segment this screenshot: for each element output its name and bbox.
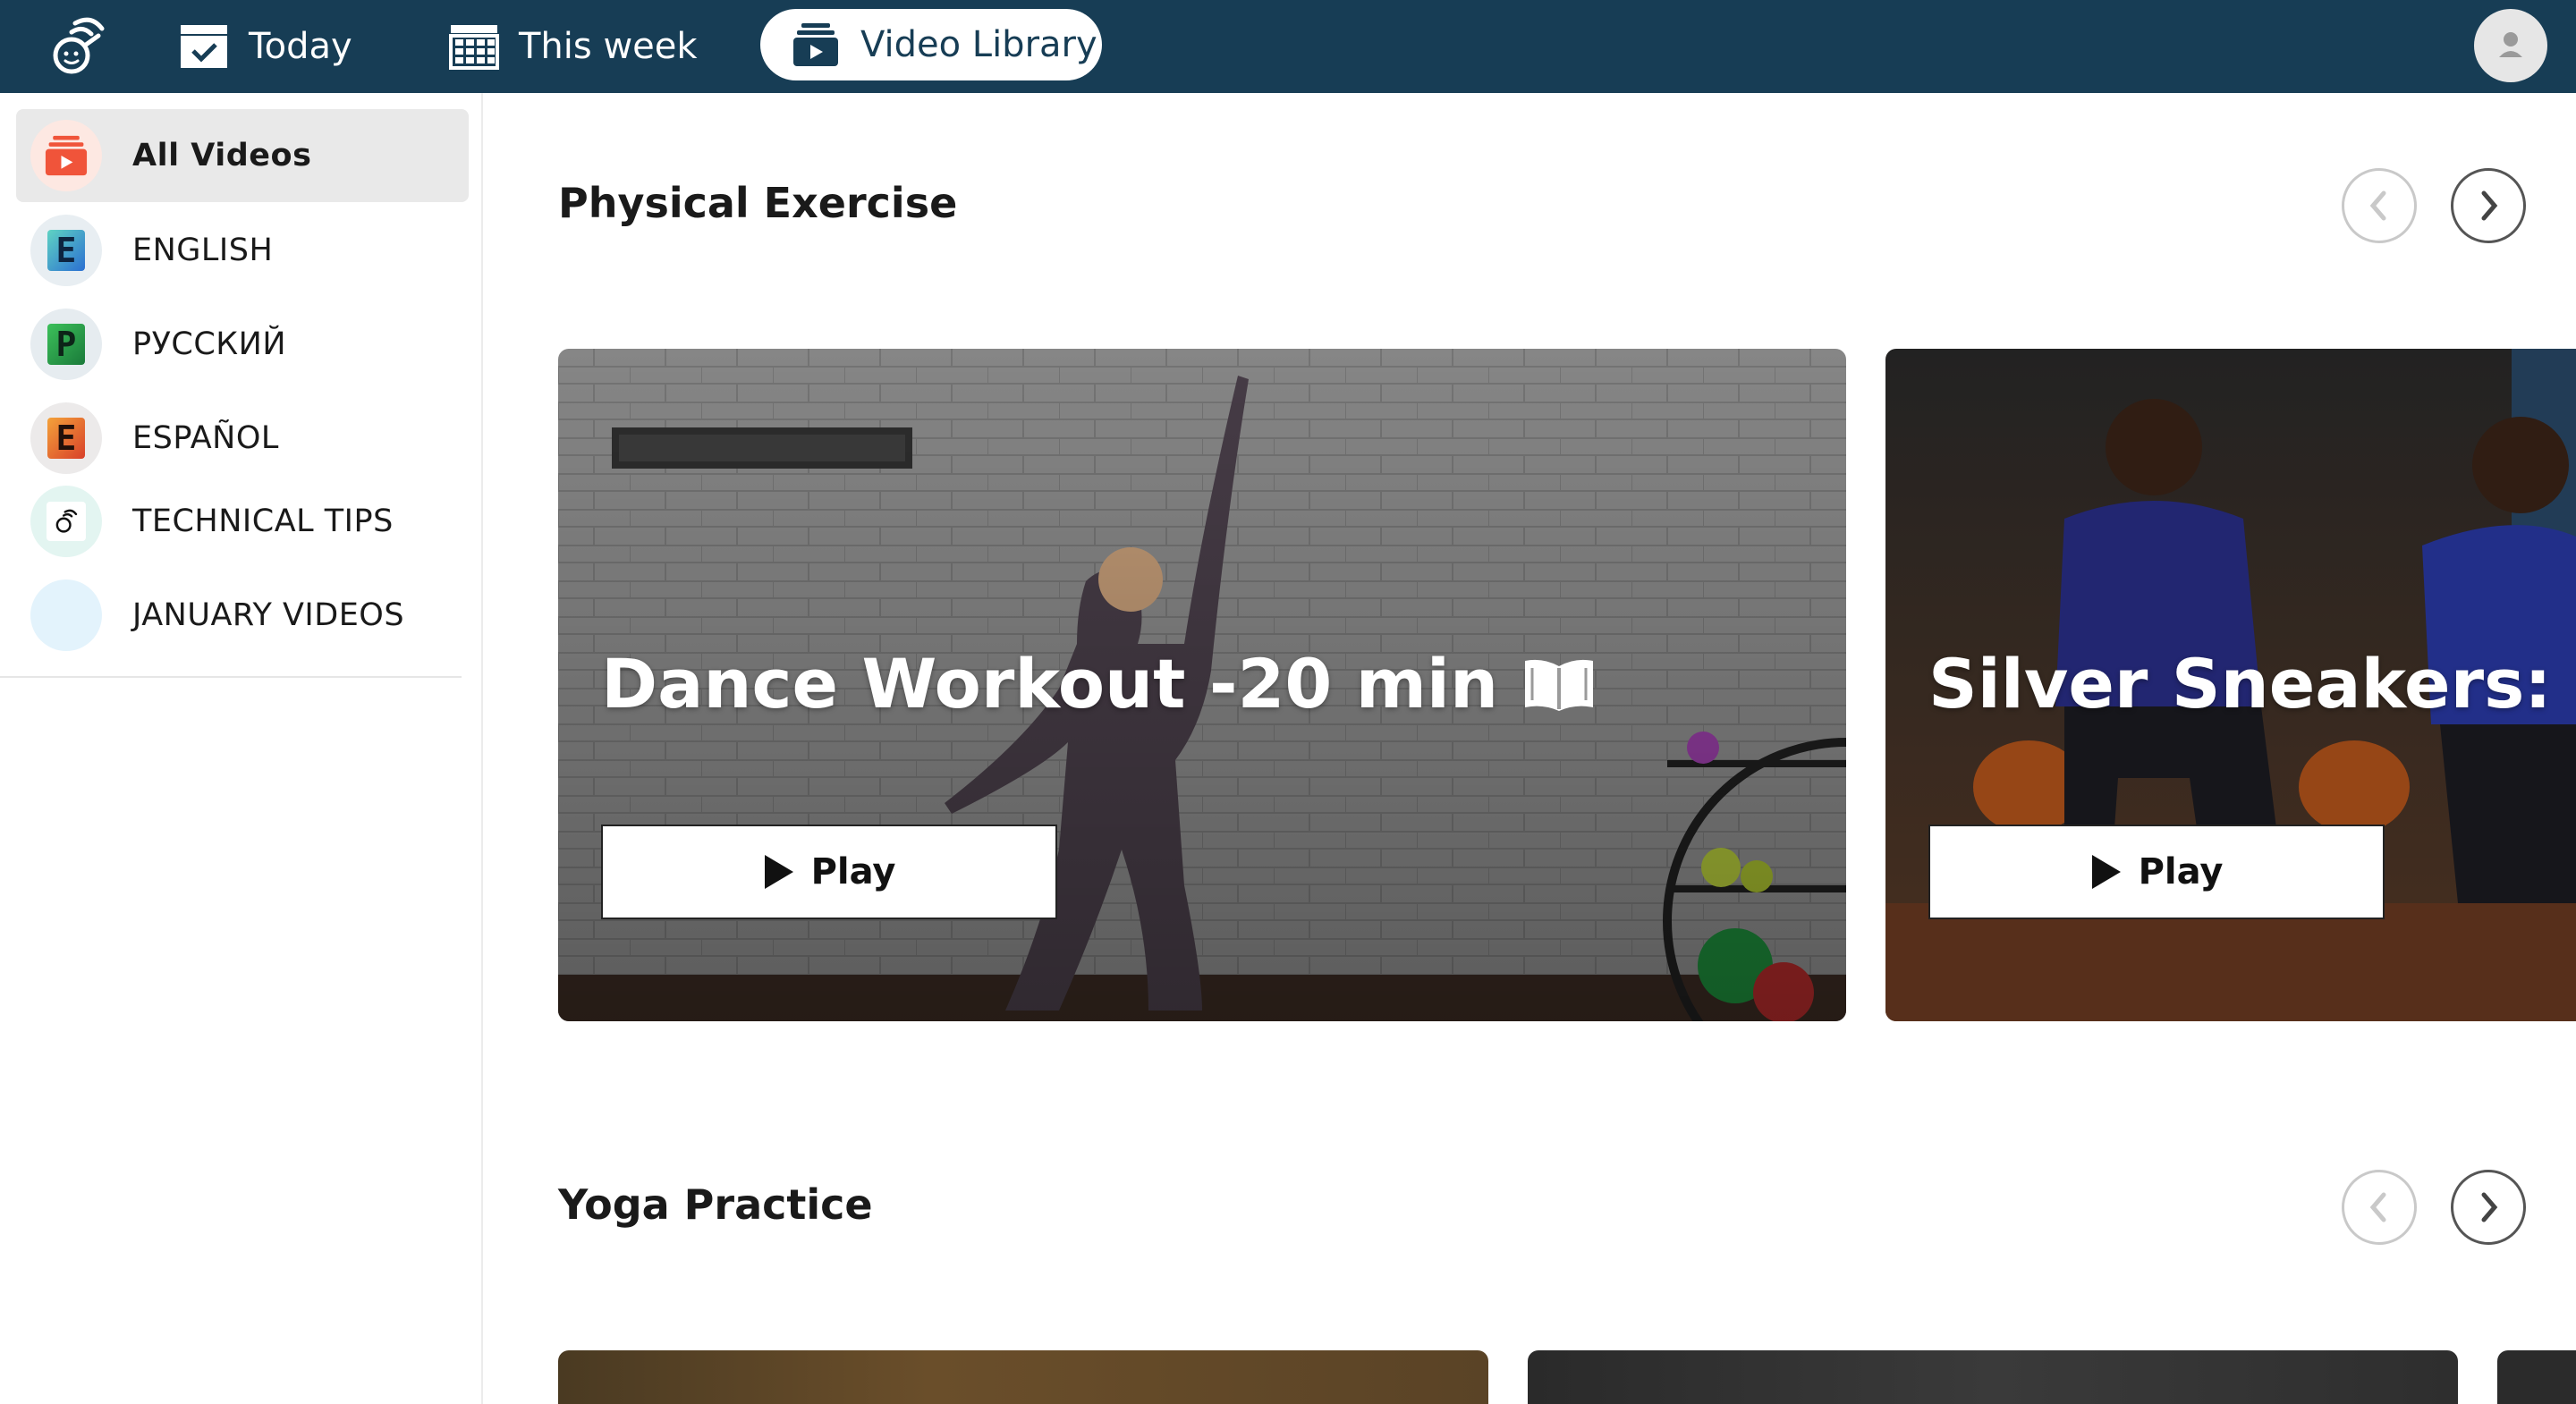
nav-today-label: Today [249, 26, 352, 67]
sidebar-item-label: ENGLISH [132, 233, 274, 268]
play-icon [2091, 855, 2121, 889]
video-library-icon [793, 23, 838, 66]
blank-circle-icon [30, 579, 102, 651]
sidebar-item-russian[interactable]: P РУССКИЙ [16, 298, 469, 391]
calendar-check-icon [181, 25, 227, 68]
section-title-yoga-practice: Yoga Practice [558, 1180, 873, 1229]
sidebar-item-technical-tips[interactable]: TECHNICAL TIPS [16, 475, 469, 568]
nav-video-library-label: Video Library [860, 24, 1097, 65]
chevron-left-icon [2369, 190, 2386, 221]
section-title-physical-exercise: Physical Exercise [558, 179, 958, 227]
video-card[interactable]: Dance Workout -20 min Play [558, 349, 1846, 1021]
sidebar-item-january-videos[interactable]: JANUARY VIDEOS [16, 569, 469, 662]
nav-this-week[interactable]: This week [449, 13, 698, 80]
video-library-icon [30, 120, 102, 191]
video-card[interactable] [1528, 1350, 2458, 1404]
top-nav-bar: Today This week Video Library [0, 0, 2576, 93]
carousel-next-button[interactable] [2451, 1170, 2526, 1245]
letter-e-icon: E [30, 402, 102, 474]
app-logo-icon[interactable] [45, 14, 111, 79]
sidebar-item-label: РУССКИЙ [132, 326, 287, 362]
person-icon [2499, 32, 2522, 57]
logo-icon [30, 486, 102, 557]
sidebar-item-label: All Videos [132, 138, 312, 173]
card-title: Dance Workout -20 min [601, 644, 1499, 723]
play-button[interactable]: Play [601, 825, 1057, 919]
user-avatar[interactable] [2474, 9, 2547, 82]
sidebar: All Videos E ENGLISH P РУССКИЙ E ESPAÑOL [0, 93, 483, 1404]
play-button-label: Play [810, 851, 896, 892]
play-button-label: Play [2138, 851, 2224, 892]
video-card[interactable] [558, 1350, 1488, 1404]
sidebar-item-spanish[interactable]: E ESPAÑOL [16, 392, 469, 485]
video-card[interactable]: Silver Sneakers: M Play [1885, 349, 2576, 1021]
chevron-right-icon [2481, 1192, 2498, 1222]
calendar-grid-icon [449, 25, 499, 70]
chevron-left-icon [2369, 1192, 2386, 1222]
carousel-prev-button[interactable] [2342, 168, 2417, 243]
card-title: Silver Sneakers: M [1928, 644, 2576, 723]
book-icon [1525, 659, 1594, 711]
play-icon [764, 855, 793, 889]
sidebar-divider [0, 676, 462, 678]
chevron-right-icon [2481, 190, 2498, 221]
letter-e-icon: E [30, 215, 102, 286]
nav-today[interactable]: Today [179, 13, 352, 80]
video-card[interactable] [2497, 1350, 2576, 1404]
carousel-prev-button[interactable] [2342, 1170, 2417, 1245]
nav-this-week-label: This week [519, 26, 698, 67]
sidebar-item-all-videos[interactable]: All Videos [16, 109, 469, 202]
carousel-next-button[interactable] [2451, 168, 2526, 243]
letter-p-icon: P [30, 309, 102, 380]
play-button[interactable]: Play [1928, 825, 2385, 919]
sidebar-item-english[interactable]: E ENGLISH [16, 204, 469, 297]
sidebar-item-label: ESPAÑOL [132, 420, 279, 456]
nav-video-library[interactable]: Video Library [760, 9, 1102, 80]
sidebar-item-label: JANUARY VIDEOS [132, 597, 405, 633]
sidebar-item-label: TECHNICAL TIPS [132, 503, 394, 539]
